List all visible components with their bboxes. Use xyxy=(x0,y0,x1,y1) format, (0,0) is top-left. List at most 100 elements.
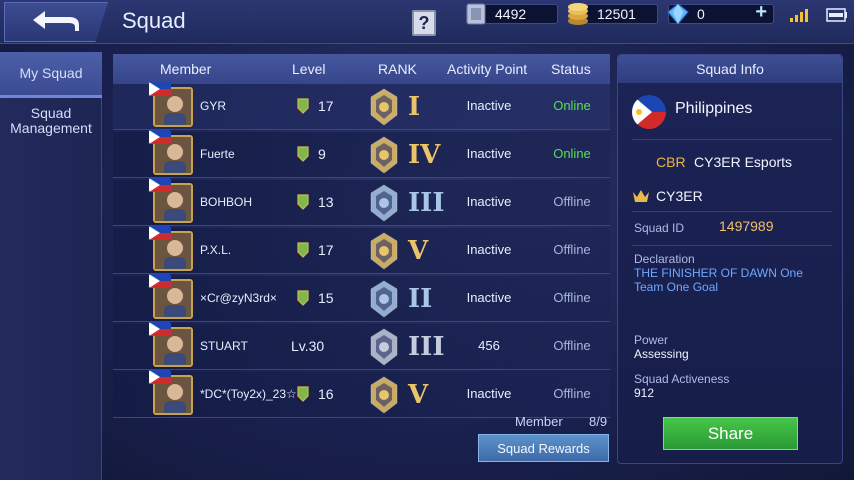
member-name: BOHBOH xyxy=(200,195,253,209)
back-arrow-icon xyxy=(33,11,79,31)
header-member: Member xyxy=(160,61,212,77)
header-activity: Activity Point xyxy=(447,61,528,77)
divider xyxy=(632,245,832,246)
activity-point: Inactive xyxy=(466,146,512,161)
rank-tier: I xyxy=(408,92,421,122)
level-badge-icon xyxy=(297,242,309,258)
rank-tier: IV xyxy=(408,140,441,170)
ticket-icon xyxy=(466,3,486,25)
battle-points-value: 12501 xyxy=(597,6,636,22)
member-row[interactable]: *DC*(Toy2x)_23☆ 16 V Inactive Offline xyxy=(113,370,610,418)
member-row[interactable]: ×Cr@zyN3rd× 15 II Inactive Offline xyxy=(113,274,610,322)
member-row[interactable]: STUART Lv.30 III 456 Offline xyxy=(113,322,610,370)
nav-squad-management[interactable]: Squad Management xyxy=(10,98,92,144)
member-name: STUART xyxy=(200,339,248,353)
member-status: Offline xyxy=(553,338,591,353)
share-button[interactable]: Share xyxy=(663,417,798,450)
member-status: Offline xyxy=(553,194,591,209)
divider xyxy=(632,211,832,212)
member-name: GYR xyxy=(200,99,227,113)
activeness-label: Squad Activeness xyxy=(634,372,730,386)
philippines-flag-icon xyxy=(149,130,171,144)
nav-my-squad[interactable]: My Squad xyxy=(0,52,102,98)
member-row[interactable]: GYR 17 I Inactive Online xyxy=(113,82,610,130)
philippines-flag-icon xyxy=(149,322,171,336)
nav-squad-management-label: Squad Management xyxy=(10,105,92,136)
rank-emblem-icon xyxy=(370,280,398,318)
activity-point: Inactive xyxy=(466,194,512,209)
philippines-flag-icon xyxy=(149,178,171,192)
member-name: Fuerte xyxy=(200,147,235,161)
member-status: Offline xyxy=(553,242,591,257)
squad-name: CY3ER Esports xyxy=(694,154,793,170)
philippines-flag-icon xyxy=(149,370,171,384)
member-level: 17 xyxy=(318,98,334,114)
activity-point: 456 xyxy=(478,338,500,353)
philippines-flag-icon xyxy=(149,226,171,240)
rank-tier: II xyxy=(408,284,433,314)
signal-icon xyxy=(790,9,808,22)
page-title: Squad xyxy=(122,8,186,33)
activity-point: Inactive xyxy=(466,242,512,257)
battle-points-counter: 12501 xyxy=(568,3,658,25)
activity-point: Inactive xyxy=(466,98,512,113)
member-status: Offline xyxy=(553,290,591,305)
ticket-counter: 4492 xyxy=(466,3,558,25)
divider xyxy=(632,139,832,140)
declaration-label: Declaration xyxy=(634,252,695,266)
squad-id-value: 1497989 xyxy=(719,218,774,234)
member-count: 8/9 xyxy=(589,414,608,429)
philippines-flag-icon xyxy=(149,274,171,288)
member-status: Online xyxy=(553,146,591,161)
back-button[interactable] xyxy=(4,2,108,42)
philippines-flag-icon xyxy=(632,95,666,129)
level-badge-icon xyxy=(297,386,309,402)
power-value: Assessing xyxy=(634,347,689,361)
header-rank: RANK xyxy=(378,61,417,77)
member-name: P.X.L. xyxy=(200,243,232,257)
member-level: 15 xyxy=(318,290,334,306)
member-name: ×Cr@zyN3rd× xyxy=(200,291,277,305)
member-level: 16 xyxy=(318,386,334,402)
philippines-flag-icon xyxy=(149,82,171,96)
top-bar: Squad ? 4492 12501 0 + xyxy=(0,0,854,44)
help-button[interactable]: ? xyxy=(412,10,436,36)
member-status: Offline xyxy=(553,386,591,401)
power-label: Power xyxy=(634,333,669,347)
header-status: Status xyxy=(551,61,591,77)
diamond-icon xyxy=(667,3,689,25)
level-badge-icon xyxy=(297,290,309,306)
level-badge-icon xyxy=(297,146,309,162)
rank-tier: III xyxy=(408,332,445,362)
header-level: Level xyxy=(292,61,326,77)
rank-tier: V xyxy=(408,236,429,266)
member-level: Lv.30 xyxy=(291,338,325,354)
member-row[interactable]: Fuerte 9 IV Inactive Online xyxy=(113,130,610,178)
rank-tier: V xyxy=(408,380,429,410)
rank-emblem-icon xyxy=(370,136,398,174)
rank-emblem-icon xyxy=(370,88,398,126)
member-level: 13 xyxy=(318,194,334,210)
diamond-value: 0 xyxy=(697,6,705,22)
squad-id-label: Squad ID xyxy=(634,221,685,235)
member-status: Online xyxy=(553,98,591,113)
rank-emblem-icon xyxy=(370,328,398,366)
country-name: Philippines xyxy=(675,100,753,117)
squad-rewards-button[interactable]: Squad Rewards xyxy=(478,434,609,462)
activity-point: Inactive xyxy=(466,290,512,305)
left-nav: My Squad Squad Management xyxy=(0,52,102,480)
squad-leader: CY3ER xyxy=(656,188,703,204)
member-row[interactable]: BOHBOH 13 III Inactive Offline xyxy=(113,178,610,226)
battery-icon xyxy=(826,8,847,22)
declaration-text: THE FINISHER OF DAWN One Team One Goal xyxy=(634,266,803,294)
add-diamond-button[interactable]: + xyxy=(755,2,767,22)
level-badge-icon xyxy=(297,194,309,210)
member-level: 9 xyxy=(318,146,326,162)
level-badge-icon xyxy=(297,98,309,114)
member-level: 17 xyxy=(318,242,334,258)
coin-stack-icon xyxy=(568,3,588,25)
crown-icon xyxy=(633,190,649,202)
squad-info-title: Squad Info xyxy=(618,55,842,83)
member-row[interactable]: P.X.L. 17 V Inactive Offline xyxy=(113,226,610,274)
member-label: Member xyxy=(515,414,563,429)
